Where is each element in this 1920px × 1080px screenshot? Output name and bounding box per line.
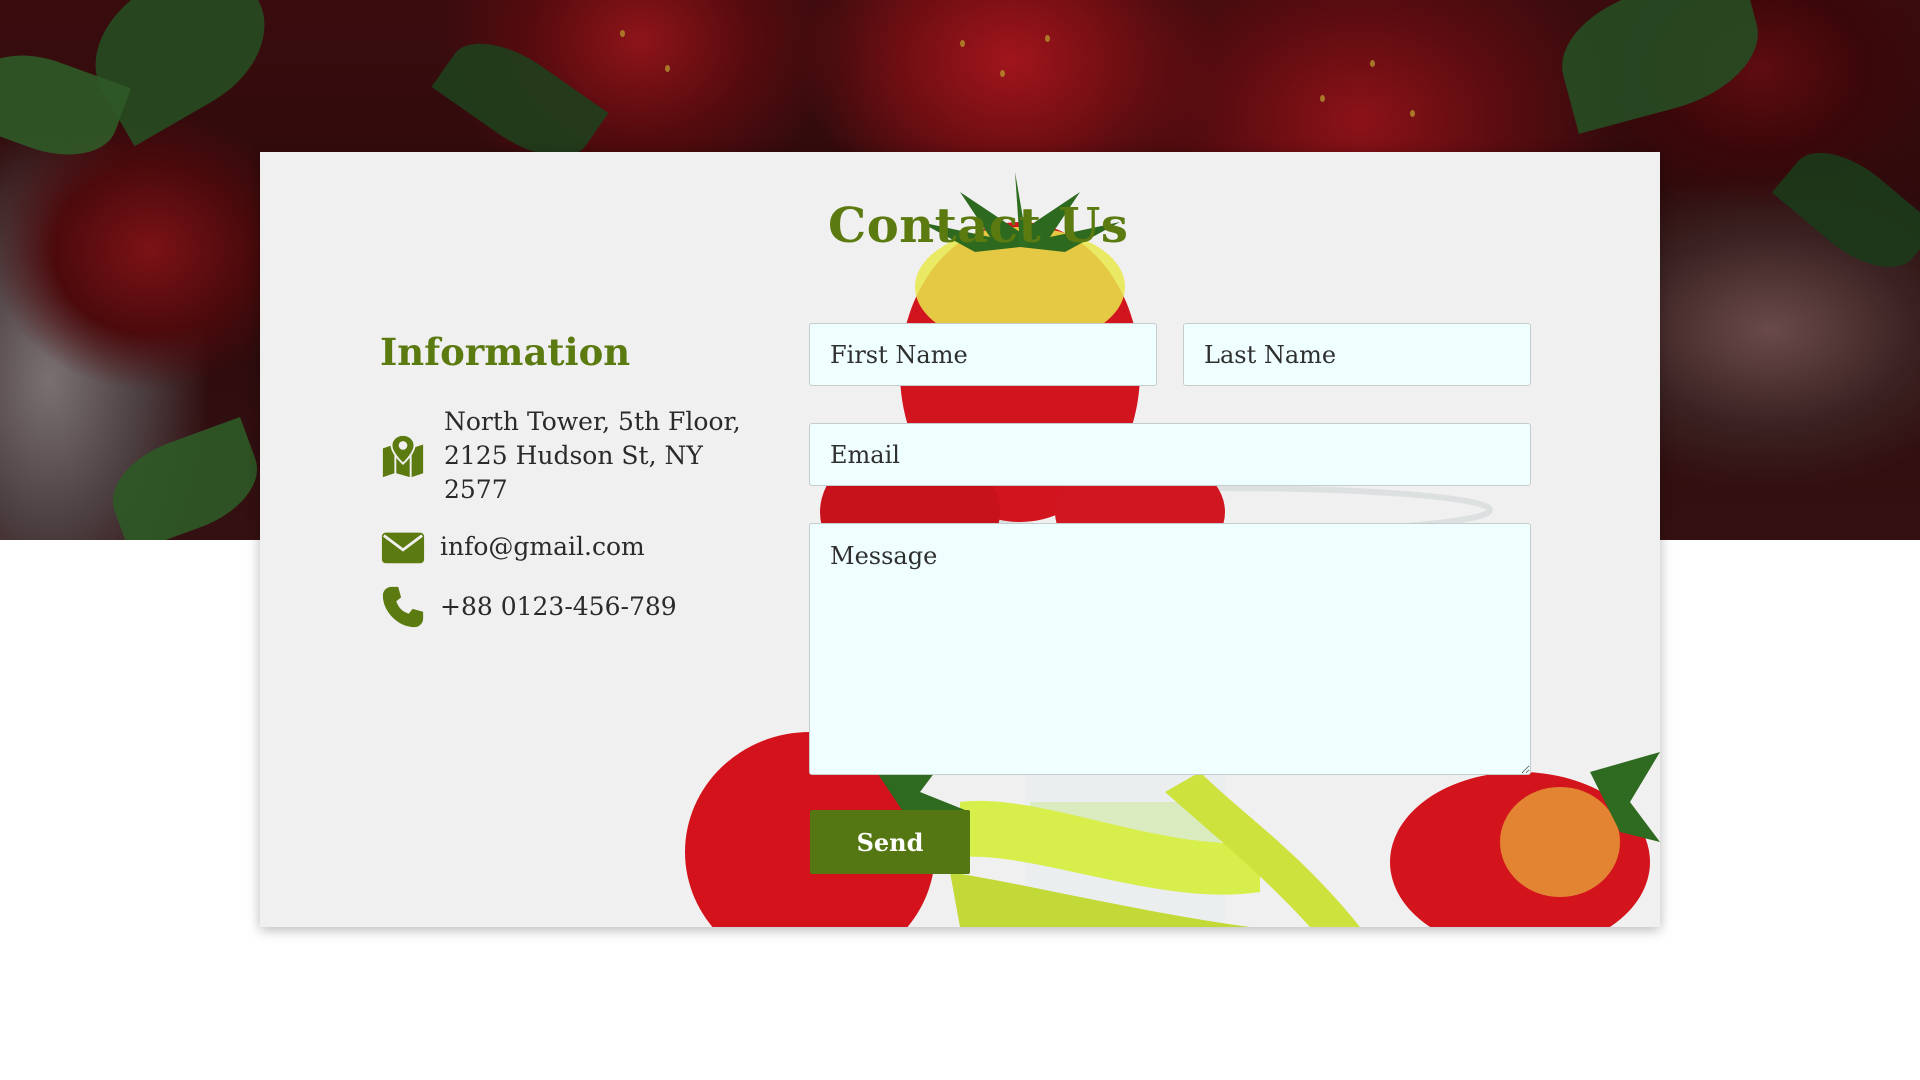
seed-decoration bbox=[620, 30, 625, 37]
phone-text[interactable]: +88 0123-456-789 bbox=[440, 590, 677, 624]
phone-row: +88 0123-456-789 bbox=[380, 584, 677, 630]
leaf-decoration bbox=[1771, 131, 1920, 289]
email-input[interactable] bbox=[809, 423, 1531, 486]
page-title: Contact Us bbox=[828, 198, 1129, 254]
email-text[interactable]: info@gmail.com bbox=[440, 530, 645, 564]
seed-decoration bbox=[1045, 35, 1050, 42]
first-name-input[interactable] bbox=[809, 323, 1157, 386]
seed-decoration bbox=[1000, 70, 1005, 77]
last-name-input[interactable] bbox=[1183, 323, 1531, 386]
email-row: info@gmail.com bbox=[380, 524, 645, 570]
map-icon bbox=[382, 433, 424, 478]
seed-decoration bbox=[1320, 95, 1325, 102]
leaf-decoration bbox=[1547, 0, 1773, 134]
seed-decoration bbox=[665, 65, 670, 72]
phone-icon bbox=[382, 586, 424, 628]
message-textarea[interactable] bbox=[809, 523, 1531, 775]
seed-decoration bbox=[960, 40, 965, 47]
information-heading: Information bbox=[380, 330, 631, 374]
leaf-decoration bbox=[99, 417, 271, 540]
contact-card: Contact Us Information North Tower, 5th … bbox=[260, 152, 1660, 927]
seed-decoration bbox=[1410, 110, 1415, 117]
seed-decoration bbox=[1370, 60, 1375, 67]
address-row: North Tower, 5th Floor, 2125 Hudson St, … bbox=[380, 405, 744, 507]
envelope-icon bbox=[381, 532, 425, 564]
address-text: North Tower, 5th Floor, 2125 Hudson St, … bbox=[444, 407, 741, 504]
send-button[interactable]: Send bbox=[810, 810, 970, 874]
